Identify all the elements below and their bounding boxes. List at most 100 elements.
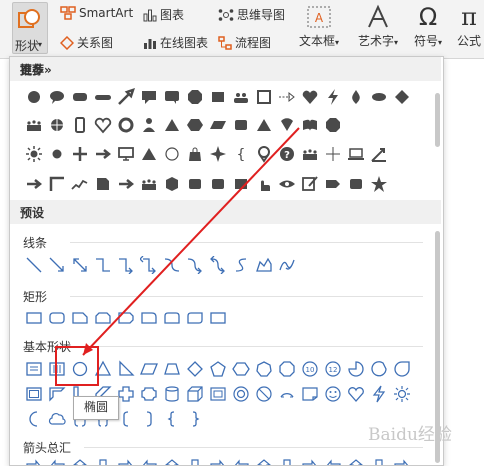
more-link[interactable]: 更多» <box>20 61 433 78</box>
sun-shape-icon[interactable] <box>22 142 45 166</box>
bevel-shape-icon[interactable] <box>206 382 229 406</box>
arrowup-shape-icon[interactable] <box>114 85 137 109</box>
tri-shape-icon[interactable] <box>252 113 275 137</box>
textbox-button[interactable]: A 文本框▾ <box>297 2 341 49</box>
rect-shape-icon[interactable] <box>206 306 229 330</box>
rect-shape-icon[interactable] <box>229 172 252 196</box>
fold-shape-icon[interactable] <box>298 382 321 406</box>
monitor-shape-icon[interactable] <box>114 142 137 166</box>
para-shape-icon[interactable] <box>137 357 160 381</box>
moon-shape-icon[interactable] <box>22 407 45 431</box>
arrowr-shape-icon[interactable] <box>91 142 114 166</box>
smartart-button[interactable]: SmartArt <box>60 6 133 20</box>
dotc-shape-icon[interactable] <box>45 142 68 166</box>
symbol-button[interactable]: Ω 符号▾ <box>410 2 446 49</box>
hex-shape-icon[interactable] <box>183 113 206 137</box>
smile-shape-icon[interactable] <box>321 382 344 406</box>
rbracket-shape-icon[interactable] <box>137 407 160 431</box>
docfold-shape-icon[interactable] <box>91 172 114 196</box>
darrow-shape-icon[interactable] <box>68 253 91 277</box>
formula-button[interactable]: π 公式 <box>454 2 484 49</box>
can-shape-icon[interactable] <box>160 382 183 406</box>
relation-button[interactable]: 关系图 <box>60 34 113 51</box>
square-shape-icon[interactable] <box>252 85 275 109</box>
recommended-scrollbar[interactable] <box>435 93 440 147</box>
callout-shape-icon[interactable] <box>137 85 160 109</box>
people-shape-icon[interactable] <box>229 85 252 109</box>
cross-shape-icon[interactable] <box>321 142 344 166</box>
sun-shape-icon[interactable] <box>390 382 413 406</box>
fan-shape-icon[interactable] <box>275 113 298 137</box>
snip-shape-icon[interactable] <box>68 306 91 330</box>
para-shape-icon[interactable] <box>206 113 229 137</box>
arrowr-shape-icon[interactable] <box>22 172 45 196</box>
snip2-shape-icon[interactable] <box>91 306 114 330</box>
no-shape-icon[interactable] <box>252 382 275 406</box>
dashedarrow-shape-icon[interactable] <box>275 85 298 109</box>
drop-shape-icon[interactable] <box>344 85 367 109</box>
crowd-shape-icon[interactable] <box>137 172 160 196</box>
scribble-shape-icon[interactable] <box>275 253 298 277</box>
chart-button[interactable]: 图表 <box>143 6 184 23</box>
bag-shape-icon[interactable] <box>183 142 206 166</box>
free-shape-icon[interactable] <box>252 253 275 277</box>
hand-shape-icon[interactable] <box>252 172 275 196</box>
circleo-shape-icon[interactable] <box>160 142 183 166</box>
n10-shape-icon[interactable]: 10 <box>298 357 321 381</box>
oct-shape-icon[interactable] <box>321 113 344 137</box>
rtri-shape-icon[interactable] <box>114 357 137 381</box>
cube-shape-icon[interactable] <box>183 382 206 406</box>
rect-shape-icon[interactable] <box>22 306 45 330</box>
rect-shape-icon[interactable] <box>206 85 229 109</box>
eye-shape-icon[interactable] <box>275 172 298 196</box>
trap-shape-icon[interactable] <box>160 357 183 381</box>
cube-shape-icon[interactable] <box>160 172 183 196</box>
corner-shape-icon[interactable] <box>45 172 68 196</box>
arrowr-shape-icon[interactable] <box>114 172 137 196</box>
crowd-shape-icon[interactable] <box>22 113 45 137</box>
frame-shape-icon[interactable] <box>22 382 45 406</box>
elbowd-shape-icon[interactable] <box>137 253 160 277</box>
brace-shape-icon[interactable]: { <box>229 142 252 166</box>
diamond-shape-icon[interactable] <box>183 357 206 381</box>
pent-shape-icon[interactable] <box>206 357 229 381</box>
round3-shape-icon[interactable] <box>183 306 206 330</box>
round2-shape-icon[interactable] <box>160 306 183 330</box>
round1-shape-icon[interactable] <box>137 306 160 330</box>
edit-shape-icon[interactable] <box>298 172 321 196</box>
pin-shape-icon[interactable] <box>252 142 275 166</box>
rrect-shape-icon[interactable] <box>206 172 229 196</box>
cloud-shape-icon[interactable] <box>45 407 68 431</box>
arc-shape-icon[interactable] <box>275 382 298 406</box>
lbrace-shape-icon[interactable] <box>160 407 183 431</box>
tri-shape-icon[interactable] <box>160 113 183 137</box>
question-shape-icon[interactable]: ? <box>275 142 298 166</box>
oval-shape-icon[interactable] <box>22 85 45 109</box>
laptop-shape-icon[interactable] <box>344 142 367 166</box>
wave-shape-icon[interactable] <box>68 172 91 196</box>
rrect-shape-icon[interactable] <box>344 172 367 196</box>
elbowa-shape-icon[interactable] <box>114 253 137 277</box>
flowchart-button[interactable]: 流程图 <box>218 34 271 51</box>
donut-shape-icon[interactable] <box>229 382 252 406</box>
plaque-shape-icon[interactable] <box>137 382 160 406</box>
textbox-shape-icon[interactable] <box>22 357 45 381</box>
n12-shape-icon[interactable]: 12 <box>321 357 344 381</box>
roundrect-shape-icon[interactable] <box>68 85 91 109</box>
bolt-shape-icon[interactable] <box>321 85 344 109</box>
arrow-shape-icon[interactable] <box>45 253 68 277</box>
bolt-shape-icon[interactable] <box>367 382 390 406</box>
ellipse-shape-icon[interactable] <box>367 85 390 109</box>
chord-shape-icon[interactable] <box>367 357 390 381</box>
star4-shape-icon[interactable] <box>206 142 229 166</box>
s-shape-icon[interactable] <box>229 253 252 277</box>
hex-shape-icon[interactable] <box>229 357 252 381</box>
oct-shape-icon[interactable] <box>183 85 206 109</box>
plus-shape-icon[interactable] <box>68 142 91 166</box>
diamond-shape-icon[interactable] <box>390 85 413 109</box>
pill-shape-icon[interactable] <box>91 85 114 109</box>
wordart-button[interactable]: 艺术字▾ <box>354 2 402 49</box>
globe-shape-icon[interactable] <box>45 113 68 137</box>
heart-shape-icon[interactable] <box>344 382 367 406</box>
shape-button[interactable]: 形状 ▾ <box>12 2 48 54</box>
